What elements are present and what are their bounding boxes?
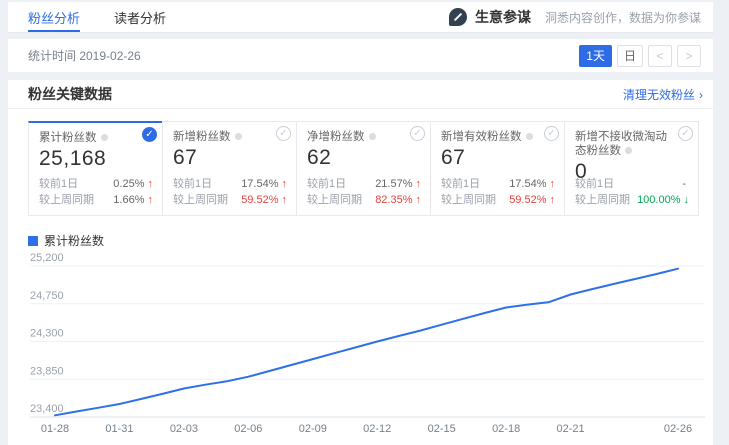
line-chart: 23,400 23,850 24,300 24,750 25,200 01-28 01-31… <box>8 251 713 445</box>
trend-row: 较上周同期59.52%↑ <box>441 192 555 208</box>
info-dot-icon <box>625 147 632 154</box>
trend-arrow-icon: ↑ <box>148 194 154 206</box>
y-axis-tick-label: 24,750 <box>30 290 64 302</box>
brand-name: 生意参谋 <box>475 7 531 27</box>
stat-card-new-valid-fans[interactable]: ✓ 新增有效粉丝数 67 较前1日17.54%↑ 较上周同期59.52%↑ <box>430 121 565 216</box>
tab-fan-analysis-label: 粉丝分析 <box>28 8 80 27</box>
trend-row: 较上周同期82.35%↑ <box>307 192 421 208</box>
card-check-icon[interactable]: ✓ <box>410 126 425 141</box>
clean-invalid-fans-label: 清理无效粉丝 <box>623 88 695 102</box>
card-trend-rows: 较前1日21.57%↑ 较上周同期82.35%↑ <box>307 176 421 208</box>
stat-card-net-fans[interactable]: ✓ 净增粉丝数 62 较前1日21.57%↑ 较上周同期82.35%↑ <box>296 121 431 216</box>
next-day-button[interactable]: > <box>677 45 701 67</box>
stat-card-no-weitao-fans[interactable]: ✓ 新增不接收微淘动态粉丝数 0 较前1日- 较上周同期100.00%↓ <box>564 121 699 216</box>
sycm-logo-icon <box>449 8 467 26</box>
trend-row: 较上周同期1.66%↑ <box>39 192 153 208</box>
x-axis-tick-label: 02-18 <box>492 423 520 435</box>
trend-row: 较前1日- <box>575 176 689 192</box>
info-dot-icon <box>369 133 376 140</box>
legend-label: 累计粉丝数 <box>44 232 104 249</box>
card-trend-rows: 较前1日17.54%↑ 较上周同期59.52%↑ <box>173 176 287 208</box>
y-axis-tick-label: 25,200 <box>30 252 64 264</box>
legend-swatch-icon <box>28 236 38 246</box>
y-axis-tick-label: 24,300 <box>30 328 64 340</box>
date-toolbar: 统计时间 2019-02-26 1天 日 < > <box>8 39 713 72</box>
trend-arrow-icon: ↑ <box>282 194 288 206</box>
trend-row: 较前1日17.54%↑ <box>173 176 287 192</box>
card-title-row: 新增有效粉丝数 <box>441 130 554 144</box>
kpi-cards: ✓ 累计粉丝数 25,168 较前1日0.25%↑ 较上周同期1.66%↑ ✓ … <box>28 121 713 216</box>
tab-fan-analysis[interactable]: 粉丝分析 <box>28 2 80 32</box>
trend-row: 较上周同期100.00%↓ <box>575 192 689 208</box>
card-title: 净增粉丝数 <box>307 131 365 143</box>
card-title-row: 新增不接收微淘动态粉丝数 <box>575 130 688 158</box>
prev-day-button[interactable]: < <box>648 45 672 67</box>
card-title: 新增有效粉丝数 <box>441 131 522 143</box>
stat-time-label: 统计时间 2019-02-26 <box>28 47 141 64</box>
trend-row: 较前1日21.57%↑ <box>307 176 421 192</box>
x-axis-tick-label: 01-28 <box>41 423 69 435</box>
info-dot-icon <box>235 133 242 140</box>
x-axis-tick-label: 02-09 <box>299 423 327 435</box>
trend-arrow-icon: ↑ <box>416 178 422 190</box>
trend-arrow-icon: ↑ <box>550 178 556 190</box>
card-title-row: 累计粉丝数 <box>39 131 152 145</box>
section-header: 粉丝关键数据 清理无效粉丝 › <box>8 80 713 109</box>
card-title: 新增不接收微淘动态粉丝数 <box>575 131 667 157</box>
card-title-row: 新增粉丝数 <box>173 130 286 144</box>
trend-row: 较前1日0.25%↑ <box>39 176 153 192</box>
card-title: 新增粉丝数 <box>173 131 231 143</box>
main-panel: 粉丝关键数据 清理无效粉丝 › ✓ 累计粉丝数 25,168 较前1日0.25%↑… <box>8 80 713 445</box>
clean-invalid-fans-link[interactable]: 清理无效粉丝 › <box>623 86 703 103</box>
x-axis-tick-label: 02-06 <box>234 423 262 435</box>
y-axis-tick-label: 23,850 <box>30 365 64 377</box>
card-value: 67 <box>441 146 554 170</box>
trend-arrow-icon: ↑ <box>550 194 556 206</box>
card-check-icon[interactable]: ✓ <box>142 127 157 142</box>
section-title: 粉丝关键数据 <box>28 84 112 104</box>
tab-reader-analysis[interactable]: 读者分析 <box>114 2 166 32</box>
trend-arrow-icon: ↑ <box>416 194 422 206</box>
x-axis-tick-label: 02-21 <box>557 423 585 435</box>
card-trend-rows: 较前1日- 较上周同期100.00%↓ <box>575 176 689 208</box>
card-check-icon[interactable]: ✓ <box>276 126 291 141</box>
card-value: 62 <box>307 146 420 170</box>
brand-area: 生意参谋 洞悉内容创作，数据为你参谋 <box>449 7 701 27</box>
brand-slogan: 洞悉内容创作，数据为你参谋 <box>545 9 701 26</box>
card-title: 累计粉丝数 <box>39 132 97 144</box>
x-axis-tick-label: 02-26 <box>664 423 692 435</box>
cumulative-fans-line-chart: 23,400 23,850 24,300 24,750 25,200 01-28 01-31… <box>8 251 713 443</box>
trend-arrow-icon: ↑ <box>282 178 288 190</box>
x-axis-tick-label: 01-31 <box>105 423 133 435</box>
info-dot-icon <box>526 133 533 140</box>
range-1day-button[interactable]: 1天 <box>579 45 612 67</box>
x-axis-tick-label: 02-12 <box>363 423 391 435</box>
info-dot-icon <box>101 134 108 141</box>
stat-card-new-fans[interactable]: ✓ 新增粉丝数 67 较前1日17.54%↑ 较上周同期59.52%↑ <box>162 121 297 216</box>
tab-reader-analysis-label: 读者分析 <box>114 8 166 27</box>
card-trend-rows: 较前1日0.25%↑ 较上周同期1.66%↑ <box>39 176 153 208</box>
card-check-icon[interactable]: ✓ <box>678 126 693 141</box>
calendar-day-button[interactable]: 日 <box>617 45 643 67</box>
card-title-row: 净增粉丝数 <box>307 130 420 144</box>
card-value: 67 <box>173 146 286 170</box>
card-value: 25,168 <box>39 147 152 171</box>
trend-arrow-icon: ↑ <box>148 178 154 190</box>
date-controls: 1天 日 < > <box>579 45 701 67</box>
tab-bar: 粉丝分析 读者分析 <box>28 2 200 32</box>
top-header: 粉丝分析 读者分析 生意参谋 洞悉内容创作，数据为你参谋 <box>8 2 713 33</box>
card-trend-rows: 较前1日17.54%↑ 较上周同期59.52%↑ <box>441 176 555 208</box>
card-check-icon[interactable]: ✓ <box>544 126 559 141</box>
chevron-right-icon: › <box>699 88 703 102</box>
trend-row: 较前1日17.54%↑ <box>441 176 555 192</box>
trend-row: 较上周同期59.52%↑ <box>173 192 287 208</box>
x-axis-tick-label: 02-15 <box>428 423 456 435</box>
y-axis-tick-label: 23,400 <box>30 403 64 415</box>
trend-arrow-icon: ↓ <box>684 194 690 206</box>
stat-card-cumulative-fans[interactable]: ✓ 累计粉丝数 25,168 较前1日0.25%↑ 较上周同期1.66%↑ <box>28 121 163 216</box>
x-axis-tick-label: 02-03 <box>170 423 198 435</box>
chart-legend[interactable]: 累计粉丝数 <box>28 232 713 249</box>
